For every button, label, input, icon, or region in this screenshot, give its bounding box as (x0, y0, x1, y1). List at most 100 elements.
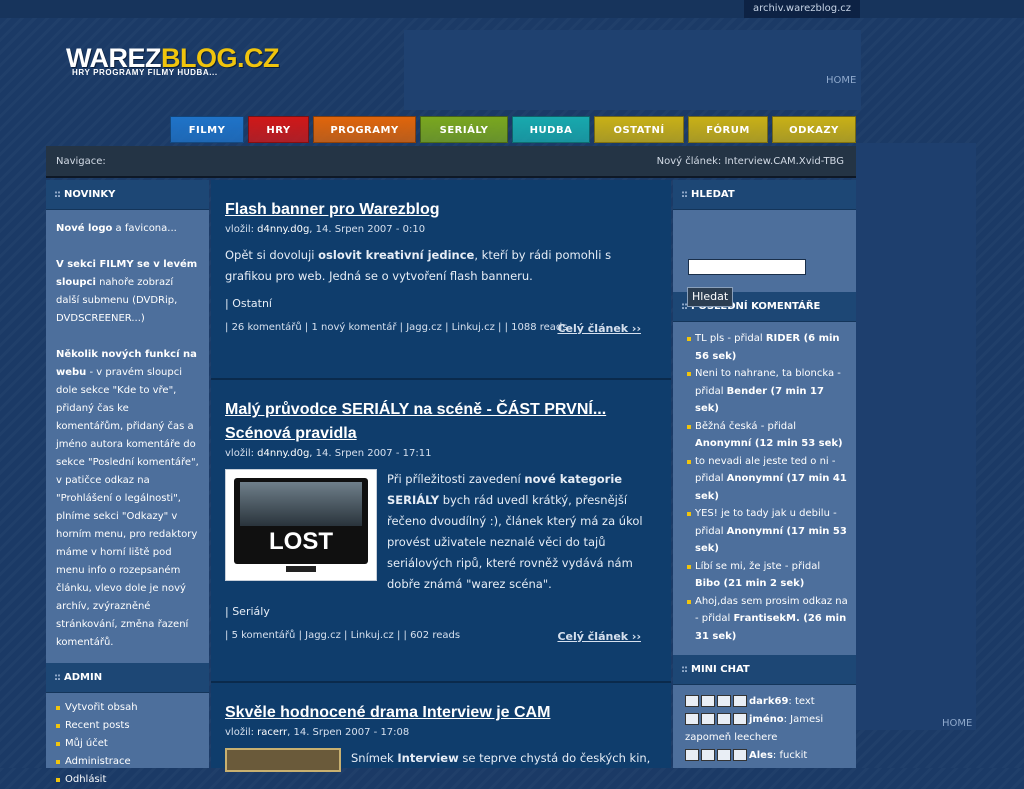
edit-icon[interactable] (717, 749, 731, 761)
reads-count: | 602 reads (403, 630, 461, 641)
admin-item[interactable]: Vytvořit obsah (56, 699, 199, 717)
comment-link[interactable]: to nevadi ale jeste ted o ni (695, 456, 829, 467)
comments-link[interactable]: 5 komentářů (232, 630, 296, 641)
novinky-content: Nové logo a favicona... V sekci FILMY se… (46, 210, 209, 662)
comment-item: to nevadi ale jeste ted o ni - přidal An… (687, 453, 848, 506)
article-links: | 26 komentářů | 1 nový komentář | Jagg.… (225, 322, 641, 335)
comment-link[interactable]: Líbí se mi, že jste (695, 561, 782, 572)
admin-item[interactable]: Odhlásit (56, 771, 199, 789)
article-2: Malý průvodce SERIÁLY na scéně - ČÁST PR… (211, 380, 671, 683)
read-more-link[interactable]: Celý článek ›› (557, 630, 641, 643)
hand-icon[interactable] (685, 749, 699, 761)
tab-filmy[interactable]: FILMY (170, 116, 244, 143)
comment-link[interactable]: TL pls (695, 333, 724, 344)
delete-icon[interactable] (733, 713, 747, 725)
tab-odkazy[interactable]: ODKAZY (772, 116, 856, 143)
article-date: , 14. Srpen 2007 - 17:11 (309, 448, 432, 459)
article-thumbnail[interactable]: LOST (225, 469, 377, 581)
body-text: Při příležitosti zavedení (387, 472, 525, 486)
comment-link[interactable]: Ahoj,das sem prosim odkaz na (695, 596, 848, 607)
meta-prefix: vložil: (225, 727, 258, 738)
comment-item: YES! je to tady jak u debilu - přidal An… (687, 505, 848, 558)
new-comment-link[interactable]: 1 nový komentář (311, 322, 396, 333)
edit-icon[interactable] (717, 713, 731, 725)
search-title: HLEDAT (691, 189, 735, 200)
news-1-bold: Nové logo (56, 223, 113, 234)
admin-item[interactable]: Můj účet (56, 735, 199, 753)
comments-list: TL pls - přidal RIDER (6 min 56 sek) Nen… (673, 322, 856, 645)
article-title[interactable]: Flash banner pro Warezblog (225, 198, 657, 222)
article-title[interactable]: Malý průvodce SERIÁLY na scéně - ČÁST PR… (225, 398, 657, 446)
home-link-top[interactable]: HOME (826, 75, 856, 86)
site-logo[interactable]: WAREZBLOG.CZ HRY PROGRAMY FILMY HUDBA... (66, 44, 280, 77)
chat-text: : fuckit (772, 750, 808, 761)
chat-message: dark69: text (685, 693, 856, 711)
tab-serialy[interactable]: SERIÁLY (420, 116, 508, 143)
linkuj-link[interactable]: Linkuj.cz (452, 322, 495, 333)
search-button[interactable]: Hledat (687, 287, 734, 307)
author-link[interactable]: d4nny.d0g (257, 224, 309, 235)
comment-item: Líbí se mi, že jste - přidal Bibo (21 mi… (687, 558, 848, 593)
edit-icon[interactable] (717, 695, 731, 707)
linkuj-link[interactable]: Linkuj.cz (351, 630, 394, 641)
hand-icon[interactable] (701, 749, 715, 761)
cast-photo (240, 482, 362, 526)
header-panel (404, 30, 861, 110)
hand-icon[interactable] (685, 695, 699, 707)
admin-link-create[interactable]: Vytvořit obsah (65, 702, 138, 713)
admin-header: :: ADMIN (46, 663, 209, 693)
article-meta: vložil: racerr, 14. Srpen 2007 - 17:08 (225, 727, 657, 738)
tab-ostatni[interactable]: OSTATNÍ (594, 116, 684, 143)
read-more-link[interactable]: Celý článek ›› (557, 322, 641, 335)
nav-latest-article[interactable]: Nový článek: Interview.CAM.Xvid-TBG (657, 156, 844, 167)
navigation-bar: Navigace: Nový článek: Interview.CAM.Xvi… (46, 146, 856, 178)
archive-link[interactable]: archiv.warezblog.cz (744, 0, 860, 18)
hand-icon[interactable] (685, 713, 699, 725)
jagg-link[interactable]: Jagg.cz (305, 630, 341, 641)
tab-hry[interactable]: HRY (248, 116, 309, 143)
comment-link[interactable]: YES! je to tady jak u debilu (695, 508, 830, 519)
tv-stand (286, 566, 316, 572)
tv-image: LOST (234, 478, 368, 564)
admin-link-admin[interactable]: Administrace (65, 756, 131, 767)
hand-icon[interactable] (701, 713, 715, 725)
chat-title: MINI CHAT (691, 664, 750, 675)
right-sidebar: :: HLEDAT Hledat :: POSLEDNÍ KOMENTÁŘE TL … (673, 180, 856, 768)
hand-icon[interactable] (701, 695, 715, 707)
comments-link[interactable]: 26 komentářů (232, 322, 302, 333)
admin-item[interactable]: Administrace (56, 753, 199, 771)
home-link-bottom[interactable]: HOME (942, 718, 972, 729)
meta-prefix: vložil: (225, 448, 258, 459)
chat-message: jméno: Jamesi zapomeň leechere (685, 711, 856, 747)
mini-chat: dark69: text jméno: Jamesi zapomeň leech… (673, 685, 856, 765)
admin-link-recent[interactable]: Recent posts (65, 720, 130, 731)
delete-icon[interactable] (733, 749, 747, 761)
article-title[interactable]: Skvěle hodnocené drama Interview je CAM (225, 701, 657, 725)
tab-hudba[interactable]: HUDBA (512, 116, 590, 143)
comment-author: Bibo (21 min 2 sek) (695, 578, 805, 589)
comment-item: Běžná česká - přidal Anonymní (12 min 53… (687, 418, 848, 453)
admin-title: ADMIN (64, 672, 103, 683)
article-category[interactable]: | Seriály (225, 605, 657, 618)
article-links: | 5 komentářů | Jagg.cz | Linkuj.cz | | … (225, 630, 641, 643)
admin-item[interactable]: Recent posts (56, 717, 199, 735)
tab-forum[interactable]: FÓRUM (688, 116, 768, 143)
comment-link[interactable]: Běžná česká (695, 421, 758, 432)
search-input[interactable] (688, 259, 806, 275)
search-header: :: HLEDAT (673, 180, 856, 210)
author-link[interactable]: d4nny.d0g (257, 448, 309, 459)
article-thumbnail[interactable] (225, 748, 341, 772)
author-link[interactable]: racerr (257, 727, 287, 738)
tab-programy[interactable]: PROGRAMY (313, 116, 416, 143)
comment-author: Anonymní (12 min 53 sek) (695, 438, 843, 449)
delete-icon[interactable] (733, 695, 747, 707)
admin-link-account[interactable]: Můj účet (65, 738, 108, 749)
comment-link[interactable]: Neni to nahrane, ta bloncka (695, 368, 834, 379)
jagg-link[interactable]: Jagg.cz (406, 322, 442, 333)
article-date: , 14. Srpen 2007 - 17:08 (287, 727, 410, 738)
admin-link-logout[interactable]: Odhlásit (65, 774, 106, 785)
article-category[interactable]: | Ostatní (225, 297, 657, 310)
comment-by: - přidal (695, 613, 734, 624)
body-text: Opět si dovoluji (225, 248, 319, 262)
novinky-header: :: NOVINKY (46, 180, 209, 210)
